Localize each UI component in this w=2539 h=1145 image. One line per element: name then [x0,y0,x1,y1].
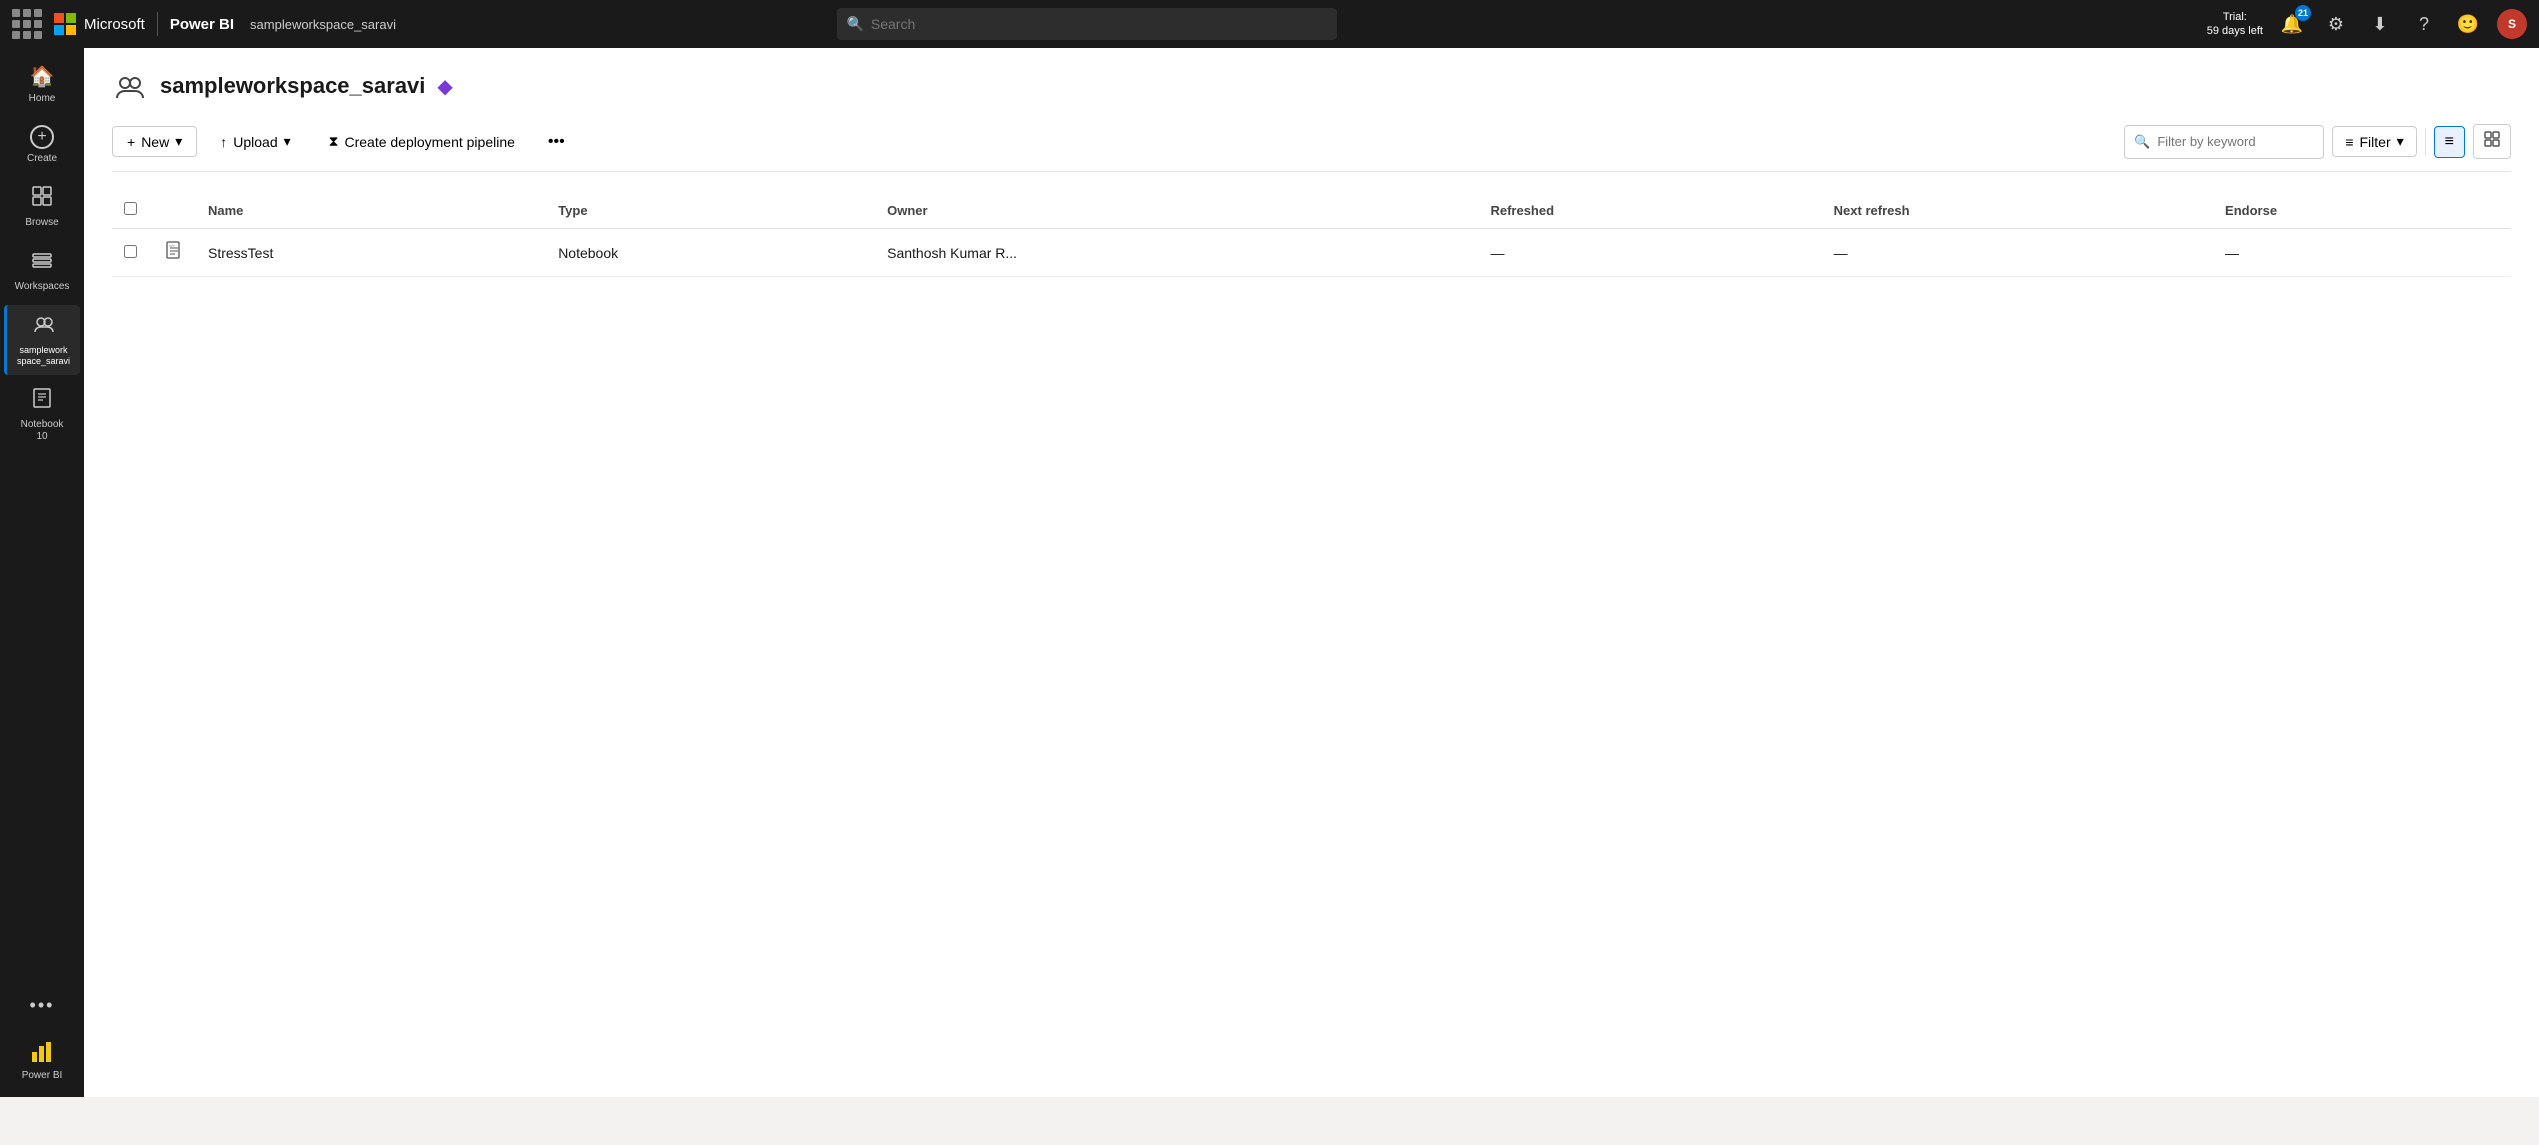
workspace-title: sampleworkspace_saravi [160,73,425,99]
ms-logo-text: Microsoft [84,16,145,33]
notifications-button[interactable]: 🔔 21 [2277,9,2307,39]
waffle-menu[interactable] [12,9,42,39]
row-endorse: — [2213,229,2511,277]
sidebar-item-notebook10[interactable]: Notebook 10 [4,379,80,451]
app-name: Power BI [170,16,234,33]
trial-badge: Trial: 59 days left [2207,10,2263,39]
row-refreshed: — [1478,229,1821,277]
col-checkbox [112,192,152,229]
sidebar-item-sampleworkspace[interactable]: samplework space_saravi [4,305,80,375]
plus-icon: + [127,134,135,150]
search-container: 🔍 [837,8,1337,40]
col-owner-header: Owner [875,192,1478,229]
pipeline-button[interactable]: ⧗ Create deployment pipeline [314,126,530,157]
svg-text:</>: </> [169,243,175,248]
select-all-checkbox[interactable] [124,202,137,215]
list-view-button[interactable]: ≡ [2434,126,2465,158]
pipeline-label: Create deployment pipeline [344,134,514,150]
new-chevron-icon: ▾ [175,133,182,150]
col-icon-header [152,192,196,229]
premium-icon: ◆ [437,74,452,99]
col-name-header: Name [196,192,546,229]
sidebar-item-home[interactable]: 🏠 Home [4,56,80,113]
new-button[interactable]: + New ▾ [112,126,197,157]
row-checkbox[interactable] [124,245,137,258]
upload-icon: ↑ [220,134,227,150]
workspace-icon [112,68,148,104]
topbar-workspace-name: sampleworkspace_saravi [250,17,396,32]
upload-label: Upload [233,134,277,150]
sidebar-item-browse[interactable]: Browse [4,177,80,237]
user-avatar[interactable]: S [2497,9,2527,39]
filter-button[interactable]: ≡ Filter ▾ [2332,126,2416,157]
filter-input-wrap: 🔍 [2124,125,2324,159]
filter-icon: ≡ [2345,134,2353,150]
filter-input[interactable] [2124,125,2324,159]
create-icon: + [30,125,54,149]
row-name[interactable]: StressTest [196,229,546,277]
row-owner: Santhosh Kumar R... [875,229,1478,277]
workspace-header: sampleworkspace_saravi ◆ [112,68,2511,104]
sidebar-label-workspaces: Workspaces [15,281,70,293]
help-button[interactable]: ? [2409,9,2439,39]
grid-view-icon [2484,134,2500,151]
row-type-icon: </> [152,229,196,277]
sampleworkspace-icon [33,313,55,341]
col-endorse-header: Endorse [2213,192,2511,229]
sidebar: 🏠 Home + Create Browse [0,48,84,1097]
sidebar-item-create[interactable]: + Create [4,117,80,173]
sidebar-more-button[interactable]: ••• [20,985,65,1026]
layout: 🏠 Home + Create Browse [0,48,2539,1097]
topbar-right: Trial: 59 days left 🔔 21 ⚙ ⬇ ? 🙂 S [2207,9,2527,39]
col-next-refresh-header: Next refresh [1822,192,2213,229]
filter-label: Filter [2360,134,2391,150]
sidebar-label-notebook10: Notebook 10 [21,419,64,443]
table-header-row: Name Type Owner Refreshed Next refresh [112,192,2511,229]
list-view-icon: ≡ [2445,133,2454,150]
new-label: New [141,134,169,150]
row-type: Notebook [546,229,875,277]
topbar-divider [157,12,158,36]
workspaces-icon [31,249,53,277]
content-table: Name Type Owner Refreshed Next refresh [112,192,2511,277]
search-icon: 🔍 [847,16,864,33]
upload-chevron-icon: ▾ [284,133,291,150]
toolbar-divider [2425,128,2426,156]
browse-icon [31,185,53,213]
main-content: sampleworkspace_saravi ◆ + New ▾ ↑ Uploa… [84,48,2539,1097]
row-next-refresh: — [1822,229,2213,277]
notification-count: 21 [2295,5,2311,21]
sidebar-item-workspaces[interactable]: Workspaces [4,241,80,301]
more-button[interactable]: ••• [538,127,575,157]
sidebar-powerbi[interactable]: Power BI [4,1030,80,1089]
topbar: Microsoft Power BI sampleworkspace_sarav… [0,0,2539,48]
toolbar-right: 🔍 ≡ Filter ▾ ≡ [2124,124,2511,159]
sidebar-label-browse: Browse [25,217,58,229]
search-input[interactable] [837,8,1337,40]
col-refreshed-header: Refreshed [1478,192,1821,229]
col-type-header: Type [546,192,875,229]
filter-search-icon: 🔍 [2134,134,2150,150]
upload-button[interactable]: ↑ Upload ▾ [205,126,305,157]
table-row: </> StressTest Notebook Santhosh Kumar R… [112,229,2511,277]
pipeline-icon: ⧗ [329,133,339,150]
sidebar-label-sampleworkspace: samplework space_saravi [17,345,70,367]
sidebar-label-home: Home [29,93,56,105]
notebook-icon [31,387,53,415]
sidebar-label-create: Create [27,153,57,165]
grid-view-button[interactable] [2473,124,2511,159]
home-icon: 🏠 [30,64,55,89]
powerbi-label: Power BI [22,1070,63,1081]
feedback-button[interactable]: 🙂 [2453,9,2483,39]
more-icon: ••• [548,133,565,150]
download-button[interactable]: ⬇ [2365,9,2395,39]
filter-chevron-icon: ▾ [2397,133,2404,150]
settings-button[interactable]: ⚙ [2321,9,2351,39]
ms-logo: Microsoft [54,13,145,35]
toolbar: + New ▾ ↑ Upload ▾ ⧗ Create deployment p… [112,124,2511,172]
